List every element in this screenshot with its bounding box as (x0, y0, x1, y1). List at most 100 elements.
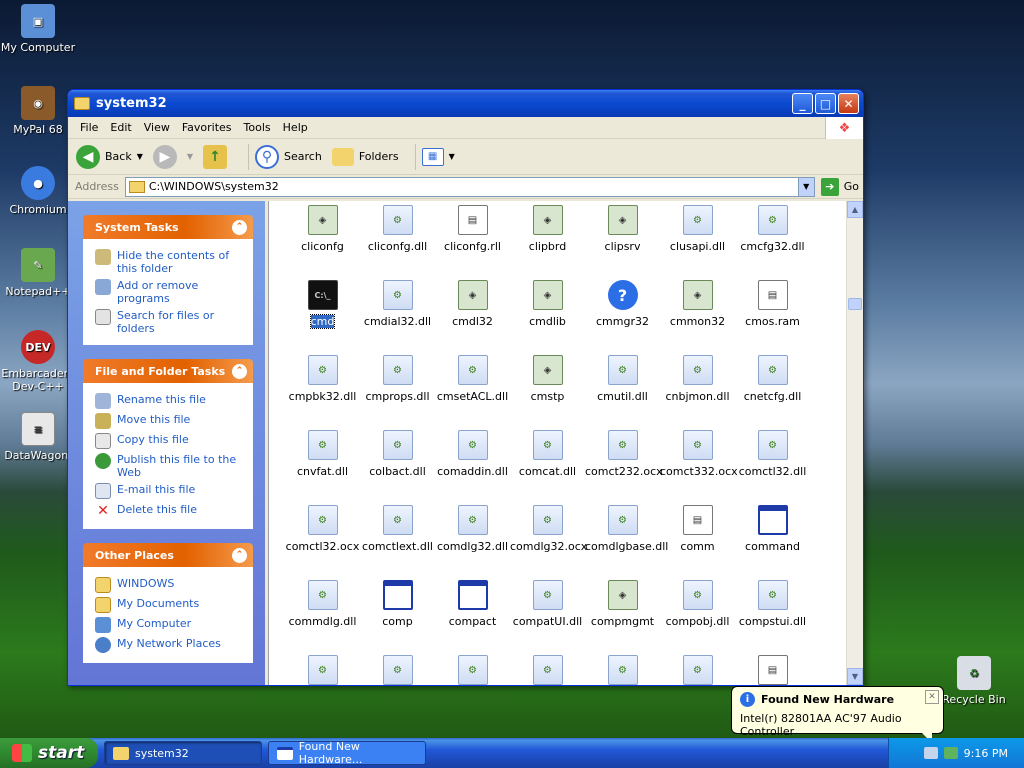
back-button[interactable]: ◀ Back ▼ (76, 144, 143, 169)
file-item[interactable]: ⚙ compstui.dll (735, 580, 810, 628)
task-move[interactable]: Move this file (95, 413, 243, 429)
task-label[interactable]: Search for files or folders (117, 309, 243, 335)
desktop-icon-recycle-bin[interactable]: ♻ Recycle Bin (936, 656, 1012, 706)
task-label[interactable]: Copy this file (117, 433, 189, 446)
task-delete[interactable]: ✕ Delete this file (95, 503, 243, 519)
menu-help[interactable]: Help (277, 121, 314, 134)
file-item[interactable]: ⚙ (510, 655, 585, 685)
scroll-up-icon[interactable]: ▲ (847, 201, 863, 218)
file-item[interactable]: ⚙ cmpbk32.dll (285, 355, 360, 403)
menu-view[interactable]: View (138, 121, 176, 134)
collapse-icon[interactable]: ⌃ (232, 363, 247, 379)
task-label[interactable]: Add or remove programs (117, 279, 243, 305)
close-icon[interactable]: ✕ (925, 690, 939, 704)
file-item[interactable]: ⚙ comdlgbase.dll (585, 505, 668, 553)
menu-edit[interactable]: Edit (104, 121, 137, 134)
search-button[interactable]: ⚲ Search (255, 144, 322, 169)
file-item[interactable]: ⚙ compobj.dll (660, 580, 735, 628)
file-item[interactable]: ◈ compmgmt (585, 580, 660, 628)
file-item[interactable]: ⚙ (585, 655, 660, 685)
views-button[interactable]: ▦ ▼ (421, 147, 455, 166)
file-item[interactable]: ◈ clipsrv (585, 205, 660, 253)
file-folder-tasks-header[interactable]: File and Folder Tasks ⌃ (83, 359, 253, 383)
task-label[interactable]: Hide the contents of this folder (117, 249, 243, 275)
task-email[interactable]: E-mail this file (95, 483, 243, 499)
file-item[interactable]: ⚙ cliconfg.dll (360, 205, 435, 253)
task-label[interactable]: Rename this file (117, 393, 206, 406)
up-button[interactable]: ↑ (203, 144, 232, 169)
place-my-network-places[interactable]: My Network Places (95, 637, 243, 653)
go-button[interactable]: ➔ Go (820, 177, 859, 196)
file-item[interactable]: ◈ cmdl32 (435, 280, 510, 328)
system-tasks-header[interactable]: System Tasks ⌃ (83, 215, 253, 239)
place-windows[interactable]: WINDOWS (95, 577, 243, 593)
vertical-scrollbar[interactable]: ▲ ▼ (846, 201, 863, 685)
place-label[interactable]: My Network Places (117, 637, 221, 650)
hardware-icon[interactable] (943, 747, 958, 759)
taskbar-button-system32[interactable]: system32 (104, 741, 262, 765)
file-item[interactable]: ▤ cliconfg.rll (435, 205, 510, 253)
menu-file[interactable]: File (74, 121, 104, 134)
file-item[interactable]: ⚙ comct332.ocx (660, 430, 738, 478)
file-item[interactable]: ◈ cliconfg (285, 205, 360, 253)
file-item[interactable]: ⚙ comctlext.dll (360, 505, 435, 553)
file-item[interactable]: ⚙ commdlg.dll (285, 580, 360, 628)
task-label[interactable]: Delete this file (117, 503, 197, 516)
file-item[interactable]: ⚙ comctl32.ocx (285, 505, 360, 553)
collapse-icon[interactable]: ⌃ (232, 219, 247, 235)
file-item[interactable]: ⚙ comaddin.dll (435, 430, 510, 478)
file-item[interactable]: ⚙ cmcfg32.dll (735, 205, 810, 253)
file-item[interactable]: ⚙ (660, 655, 735, 685)
place-my-computer[interactable]: My Computer (95, 617, 243, 633)
task-label[interactable]: E-mail this file (117, 483, 195, 496)
task-search-files[interactable]: Search for files or folders (95, 309, 243, 335)
file-item[interactable]: ⚙ (360, 655, 435, 685)
forward-button[interactable]: ▶ ▼ (152, 144, 193, 169)
desktop-icon-chromium[interactable]: ● Chromium (0, 166, 76, 216)
file-item[interactable]: ⚙ colbact.dll (360, 430, 435, 478)
task-copy[interactable]: Copy this file (95, 433, 243, 449)
file-item[interactable]: comp (360, 580, 435, 628)
file-item[interactable]: ⚙ cnbjmon.dll (660, 355, 735, 403)
menu-tools[interactable]: Tools (238, 121, 277, 134)
file-item[interactable]: ⚙ cmsetACL.dll (435, 355, 510, 403)
file-item[interactable]: ⚙ cnetcfg.dll (735, 355, 810, 403)
file-item[interactable]: ◈ cmdlib (510, 280, 585, 328)
task-label[interactable]: Move this file (117, 413, 190, 426)
file-item[interactable]: compact (435, 580, 510, 628)
chevron-down-icon[interactable]: ▼ (137, 152, 143, 161)
place-label[interactable]: My Documents (117, 597, 199, 610)
clock[interactable]: 9:16 PM (964, 747, 1008, 760)
file-item[interactable]: ⚙ cmutil.dll (585, 355, 660, 403)
file-item[interactable]: ⚙ cmdial32.dll (360, 280, 435, 328)
file-item[interactable]: ? cmmgr32 (585, 280, 660, 328)
file-item[interactable]: C:\_ cmd (285, 280, 360, 329)
other-places-header[interactable]: Other Places ⌃ (83, 543, 253, 567)
file-item[interactable]: ⚙ clusapi.dll (660, 205, 735, 253)
file-item[interactable]: ⚙ cnvfat.dll (285, 430, 360, 478)
place-my-documents[interactable]: My Documents (95, 597, 243, 613)
file-item[interactable]: ▤ cmos.ram (735, 280, 810, 328)
address-input[interactable]: C:\WINDOWS\system32 ▼ (124, 176, 815, 197)
task-publish-web[interactable]: Publish this file to the Web (95, 453, 243, 479)
file-item[interactable]: ▤ comm (660, 505, 735, 553)
desktop-icon-mypal[interactable]: ◉ MyPal 68 (0, 86, 76, 136)
task-label[interactable]: Publish this file to the Web (117, 453, 243, 479)
file-item[interactable]: ◈ clipbrd (510, 205, 585, 253)
file-item[interactable]: command (735, 505, 810, 553)
desktop-icon-notepadpp[interactable]: ✎ Notepad++ (0, 248, 76, 298)
maximize-button[interactable]: □ (815, 93, 836, 114)
chevron-down-icon[interactable]: ▼ (187, 152, 193, 161)
task-add-remove-programs[interactable]: Add or remove programs (95, 279, 243, 305)
place-label[interactable]: My Computer (117, 617, 191, 630)
notification-balloon[interactable]: i Found New Hardware Intel(r) 82801AA AC… (731, 686, 944, 743)
desktop-icon-devcpp[interactable]: DEV Embarcadero Dev-C++ (0, 330, 76, 393)
file-item[interactable]: ◈ cmmon32 (660, 280, 735, 328)
file-item[interactable]: ⚙ compatUI.dll (510, 580, 585, 628)
collapse-icon[interactable]: ⌃ (232, 547, 247, 563)
file-item[interactable]: ⚙ comdlg32.ocx (510, 505, 587, 553)
task-hide-contents[interactable]: Hide the contents of this folder (95, 249, 243, 275)
menu-favorites[interactable]: Favorites (176, 121, 238, 134)
scroll-thumb[interactable] (848, 298, 862, 310)
file-item[interactable]: ⚙ comct232.ocx (585, 430, 663, 478)
